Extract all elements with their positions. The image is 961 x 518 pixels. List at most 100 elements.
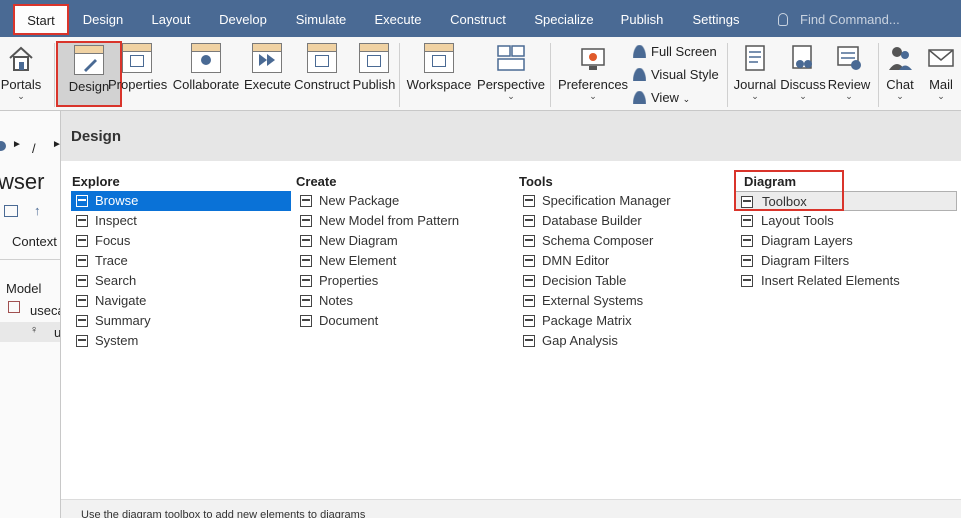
menu-item-database-builder[interactable]: Database Builder xyxy=(518,211,728,231)
tree-node-usecase[interactable]: useca xyxy=(30,303,60,318)
collaborate-button[interactable]: Collaborate xyxy=(170,41,242,107)
panel-icon xyxy=(741,275,753,287)
portals-button[interactable]: Portals ⌄ xyxy=(0,41,50,107)
tab-start[interactable]: Start xyxy=(13,4,69,35)
tab-settings[interactable]: Settings xyxy=(684,0,748,37)
full-screen-button[interactable]: Full Screen xyxy=(633,44,717,59)
chevron-down-icon: ⌄ xyxy=(589,91,597,101)
tab-develop[interactable]: Develop xyxy=(210,0,276,37)
menu-item-decision-table[interactable]: Decision Table xyxy=(518,271,728,291)
tree-node-child[interactable]: u xyxy=(54,325,60,340)
item-label: System xyxy=(95,333,139,348)
perspective-button[interactable]: Perspective ⌄ xyxy=(476,41,546,107)
design-dropdown-panel: Design Explore Browse Inspect Focus Trac… xyxy=(61,111,961,518)
chevron-down-icon: ⌄ xyxy=(682,94,691,104)
menu-item-summary[interactable]: Summary xyxy=(71,311,291,331)
tab-publish[interactable]: Publish xyxy=(612,0,672,37)
menu-item-new-package[interactable]: New Package xyxy=(295,191,505,211)
item-label: Search xyxy=(95,273,137,288)
tab-construct[interactable]: Construct xyxy=(442,0,514,37)
chat-button[interactable]: Chat ⌄ xyxy=(882,41,918,107)
menu-item-layout-tools[interactable]: Layout Tools xyxy=(735,211,957,231)
view-button[interactable]: View ⌄ xyxy=(633,90,690,105)
workspace-button[interactable]: Workspace xyxy=(404,41,474,107)
nav-arrow-icon[interactable]: ► xyxy=(52,139,60,150)
context-label[interactable]: Context xyxy=(12,234,57,249)
menu-item-system[interactable]: System xyxy=(71,331,291,351)
panel-icon xyxy=(523,295,535,307)
menu-item-external-systems[interactable]: External Systems xyxy=(518,291,728,311)
menu-item-new-diagram[interactable]: New Diagram xyxy=(295,231,505,251)
menu-item-dmn-editor[interactable]: DMN Editor xyxy=(518,251,728,271)
menu-item-diagram-filters[interactable]: Diagram Filters xyxy=(735,251,957,271)
up-arrow-icon[interactable]: ↑ xyxy=(34,203,41,218)
menu-item-diagram-layers[interactable]: Diagram Layers xyxy=(735,231,957,251)
panel-icon xyxy=(76,235,88,247)
discuss-button[interactable]: Discuss ⌄ xyxy=(780,41,826,107)
properties-button[interactable]: Properties xyxy=(108,41,167,107)
menu-item-new-element[interactable]: New Element xyxy=(295,251,505,271)
panel-icon xyxy=(300,235,312,247)
preferences-label: Preferences xyxy=(557,77,629,92)
publish-label: Publish xyxy=(352,77,396,92)
menu-item-insert-related-elements[interactable]: Insert Related Elements xyxy=(735,271,957,291)
tab-execute[interactable]: Execute xyxy=(366,0,430,37)
menu-item-package-matrix[interactable]: Package Matrix xyxy=(518,311,728,331)
panel-icon xyxy=(741,235,753,247)
menu-item-properties[interactable]: Properties xyxy=(295,271,505,291)
menu-item-notes[interactable]: Notes xyxy=(295,291,505,311)
menu-item-specification-manager[interactable]: Specification Manager xyxy=(518,191,728,211)
tab-specialize[interactable]: Specialize xyxy=(528,0,600,37)
tab-design[interactable]: Design xyxy=(76,0,130,37)
journal-button[interactable]: Journal ⌄ xyxy=(732,41,778,107)
mail-button[interactable]: Mail ⌄ xyxy=(922,41,960,107)
explore-column: Explore Browse Inspect Focus Trace Searc… xyxy=(71,173,291,351)
item-label: Decision Table xyxy=(542,273,627,288)
nav-arrow-icon[interactable]: ► xyxy=(12,139,22,150)
menu-item-search[interactable]: Search xyxy=(71,271,291,291)
panel-icon xyxy=(523,335,535,347)
breadcrumb[interactable]: / xyxy=(32,141,36,156)
chevron-down-icon: ⌄ xyxy=(845,91,853,101)
item-label: New Model from Pattern xyxy=(319,213,460,228)
menu-item-document[interactable]: Document xyxy=(295,311,505,331)
publish-button[interactable]: Publish xyxy=(352,41,396,107)
item-label: Inspect xyxy=(95,213,137,228)
panel-icon xyxy=(300,295,312,307)
menu-item-gap-analysis[interactable]: Gap Analysis xyxy=(518,331,728,351)
panel-icon xyxy=(300,255,312,267)
menu-item-schema-composer[interactable]: Schema Composer xyxy=(518,231,728,251)
ribbon: Portals ⌄ lore Design Properties Collabo… xyxy=(0,37,961,130)
app-window: Start Design Layout Develop Simulate Exe… xyxy=(0,0,961,518)
menu-item-focus[interactable]: Focus xyxy=(71,231,291,251)
review-button[interactable]: Review ⌄ xyxy=(826,41,872,107)
find-command-input[interactable]: Find Command... xyxy=(770,0,961,37)
panel-icon xyxy=(76,195,88,207)
item-label: New Package xyxy=(319,193,400,208)
visual-style-button[interactable]: Visual Style xyxy=(633,67,719,82)
menu-item-new-model-from-pattern[interactable]: New Model from Pattern xyxy=(295,211,505,231)
panel-icon xyxy=(76,215,88,227)
column-title-tools: Tools xyxy=(519,174,553,189)
create-column: Create New Package New Model from Patter… xyxy=(295,173,505,331)
tab-simulate[interactable]: Simulate xyxy=(288,0,354,37)
construct-button[interactable]: Construct xyxy=(292,41,352,107)
menu-item-trace[interactable]: Trace xyxy=(71,251,291,271)
execute-button[interactable]: Execute xyxy=(244,41,291,107)
divider xyxy=(0,259,60,260)
tab-layout[interactable]: Layout xyxy=(142,0,200,37)
item-label: Notes xyxy=(319,293,353,308)
journal-icon xyxy=(740,43,770,73)
perspective-icon xyxy=(496,43,526,73)
mail-icon xyxy=(926,43,956,73)
grid-icon[interactable] xyxy=(4,205,18,217)
menu-item-browse[interactable]: Browse xyxy=(71,191,291,211)
review-icon xyxy=(834,43,864,73)
preferences-button[interactable]: Preferences ⌄ xyxy=(556,41,630,107)
menu-item-inspect[interactable]: Inspect xyxy=(71,211,291,231)
item-label: Specification Manager xyxy=(542,193,671,208)
menu-item-navigate[interactable]: Navigate xyxy=(71,291,291,311)
model-label: Model xyxy=(6,281,42,296)
journal-label: Journal xyxy=(733,77,777,92)
find-command-placeholder: Find Command... xyxy=(800,12,900,27)
